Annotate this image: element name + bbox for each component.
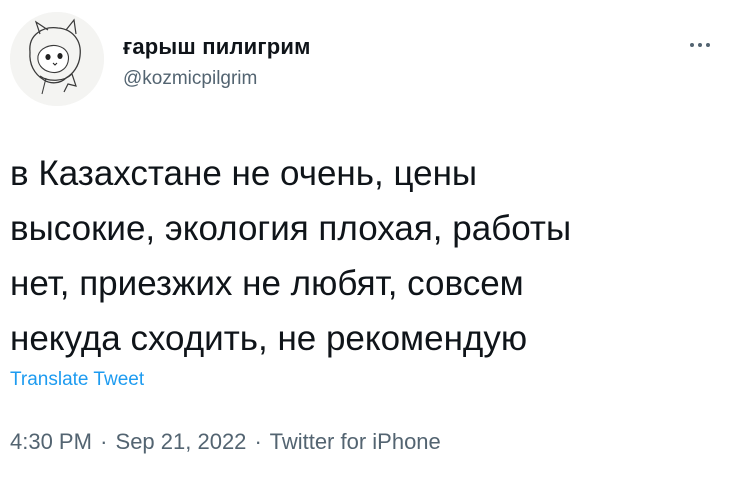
meta-separator: ·	[254, 429, 262, 454]
tweet-source[interactable]: Twitter for iPhone	[270, 429, 441, 454]
tweet-text: в Казахстане не очень, цены высокие, эко…	[10, 154, 572, 358]
meta-separator: ·	[100, 429, 108, 454]
more-horizontal-icon	[688, 43, 712, 47]
sketch-cat-avatar-icon	[10, 12, 104, 106]
translate-tweet-link[interactable]: Translate Tweet	[10, 369, 144, 391]
tweet: ғарыш пилигрим @kozmicpilgrim в Казахста…	[0, 0, 740, 477]
author-display-name[interactable]: ғарыш пилигрим	[123, 34, 311, 60]
tweet-time[interactable]: 4:30 PM	[10, 429, 92, 454]
author-handle[interactable]: @kozmicpilgrim	[123, 68, 257, 90]
more-options-button[interactable]	[678, 30, 722, 60]
tweet-metadata: 4:30 PM · Sep 21, 2022 · Twitter for iPh…	[10, 429, 441, 455]
author-avatar[interactable]	[10, 12, 104, 106]
tweet-date[interactable]: Sep 21, 2022	[116, 429, 247, 454]
